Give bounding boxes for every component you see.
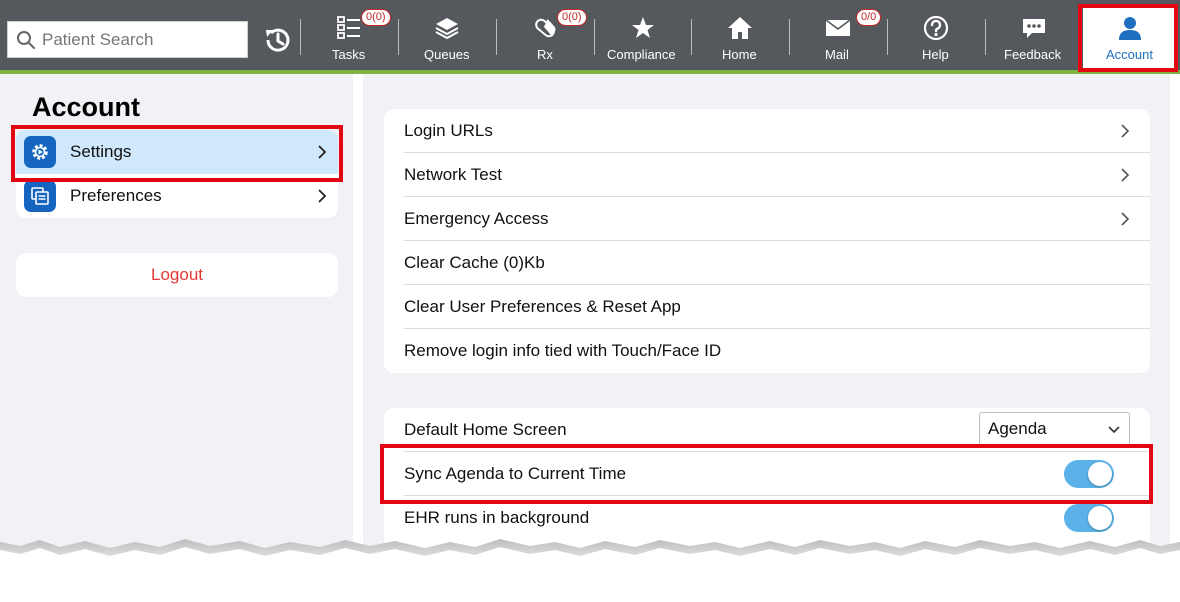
nav-compliance-label: Compliance — [607, 47, 676, 62]
settings-row-network-test[interactable]: Network Test — [384, 153, 1150, 197]
chevron-right-icon — [318, 145, 327, 159]
star-icon — [632, 17, 654, 38]
settings-row-emergency-access[interactable]: Emergency Access — [384, 197, 1150, 241]
home-icon — [728, 17, 752, 39]
settings-row-label: Network Test — [404, 165, 502, 184]
search-icon — [17, 30, 35, 49]
mail-badge: 0/0 — [856, 9, 882, 26]
nav-feedback[interactable]: Feedback — [986, 0, 1082, 70]
default-home-select[interactable]: Agenda — [979, 412, 1130, 446]
nav-rx[interactable]: 0(0) Rx — [497, 0, 594, 70]
settings-row-label: Sync Agenda to Current Time — [404, 464, 627, 483]
queues-icon — [435, 18, 459, 40]
settings-row-clear-preferences[interactable]: Clear User Preferences & Reset App — [384, 285, 1150, 329]
sidebar-title: Account — [32, 92, 140, 122]
nav-home-label: Home — [722, 47, 757, 62]
settings-row-label: Remove login info tied with Touch/Face I… — [404, 341, 722, 360]
nav-help[interactable]: Help — [888, 0, 985, 70]
sidebar-item-settings[interactable]: Settings — [16, 130, 338, 174]
nav-queues[interactable]: Queues — [399, 0, 496, 70]
nav-feedback-label: Feedback — [1004, 47, 1062, 62]
gear-icon — [24, 136, 56, 168]
help-icon — [923, 15, 949, 41]
settings-row-label: Login URLs — [404, 121, 493, 140]
settings-row-sync-agenda: Sync Agenda to Current Time — [384, 452, 1150, 496]
settings-row-label: Clear User Preferences & Reset App — [404, 297, 681, 316]
chevron-right-icon — [1121, 124, 1130, 138]
user-icon — [1119, 17, 1141, 40]
default-home-select-value: Agenda — [988, 419, 1047, 438]
settings-row-label: Default Home Screen — [404, 420, 567, 439]
pill-icon — [535, 18, 556, 38]
chevron-right-icon — [318, 189, 327, 203]
chevron-right-icon — [1121, 168, 1130, 182]
nav-rx-label: Rx — [537, 47, 553, 62]
nav-tasks[interactable]: 0(0) Tasks — [301, 0, 398, 70]
nav-account-label: Account — [1106, 47, 1153, 62]
nav-help-label: Help — [922, 47, 949, 62]
nav-mail[interactable]: 0/0 Mail — [790, 0, 887, 70]
torn-edge-decoration — [0, 539, 1180, 602]
settings-row-default-home-screen: Default Home Screen Agenda — [384, 408, 1150, 452]
nav-account[interactable]: Account — [1083, 5, 1177, 70]
tasks-icon — [337, 16, 360, 39]
nav-queues-label: Queues — [424, 47, 470, 62]
settings-row-remove-login-info[interactable]: Remove login info tied with Touch/Face I… — [384, 329, 1150, 373]
sync-agenda-toggle[interactable] — [1064, 460, 1114, 488]
nav-compliance[interactable]: Compliance — [595, 0, 691, 70]
patient-search-input[interactable] — [42, 29, 242, 50]
settings-row-clear-cache[interactable]: Clear Cache (0)Kb — [384, 241, 1150, 285]
nav-tasks-label: Tasks — [332, 47, 366, 62]
feedback-icon — [1023, 19, 1045, 38]
settings-group-general: Login URLs Network Test Emergency Access… — [384, 109, 1150, 373]
toggle-knob — [1088, 462, 1112, 486]
mail-icon — [825, 19, 851, 36]
sidebar-menu: Settings Preferences — [16, 130, 338, 218]
settings-row-label: Clear Cache (0)Kb — [404, 253, 545, 272]
tasks-badge: 0(0) — [361, 9, 391, 26]
logout-button[interactable]: Logout — [16, 253, 338, 297]
settings-row-label: Emergency Access — [404, 209, 549, 228]
sidebar-item-preferences[interactable]: Preferences — [16, 174, 338, 218]
history-icon[interactable] — [262, 24, 294, 56]
chevron-right-icon — [1121, 212, 1130, 226]
sidebar-item-preferences-label: Preferences — [70, 186, 162, 205]
patient-search-box[interactable] — [7, 21, 248, 58]
sidebar-item-settings-label: Settings — [70, 142, 132, 161]
chevron-down-icon — [1108, 426, 1120, 434]
settings-row-login-urls[interactable]: Login URLs — [384, 109, 1150, 153]
rx-badge: 0(0) — [557, 9, 587, 26]
nav-home[interactable]: Home — [692, 0, 789, 70]
nav-mail-label: Mail — [825, 47, 849, 62]
preferences-icon — [24, 180, 56, 212]
